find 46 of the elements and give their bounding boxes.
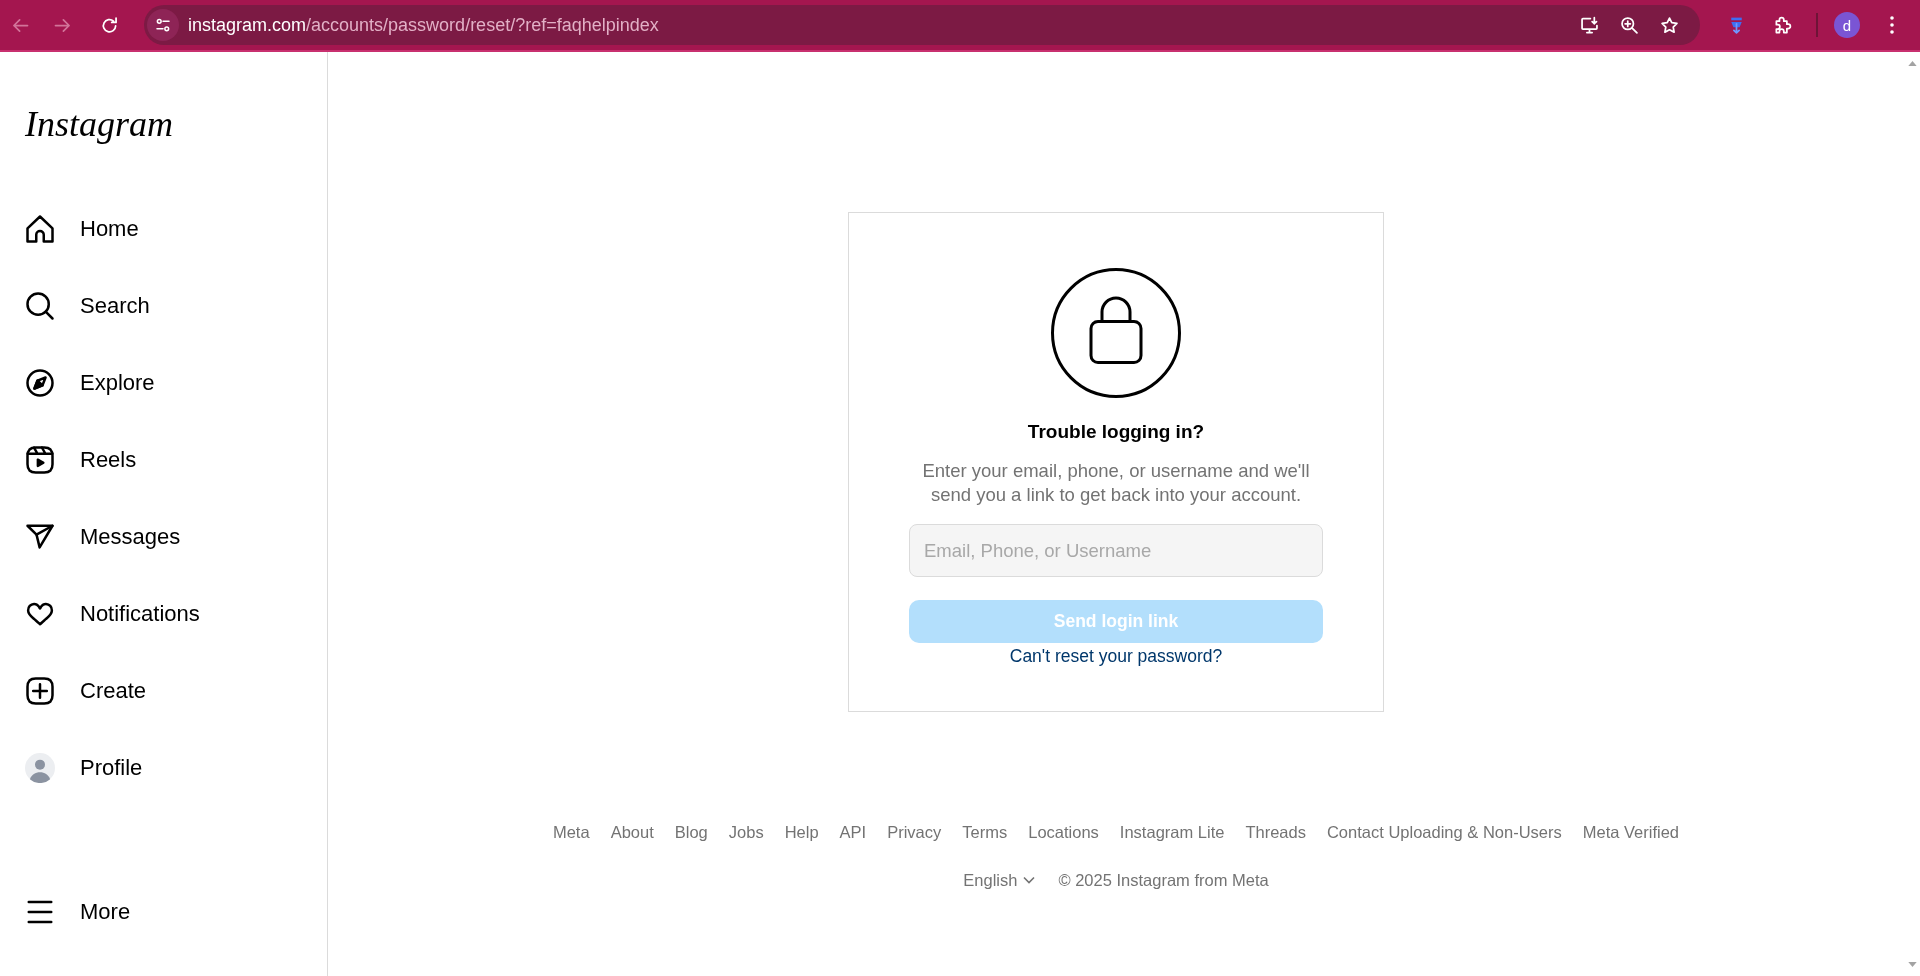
site-settings-button[interactable] <box>147 9 179 41</box>
url-text: instagram.com/accounts/password/reset/?ref=faqhelpindex <box>188 14 659 36</box>
language-select[interactable]: English <box>963 870 1036 890</box>
nav-item[interactable]: Explore <box>12 353 315 413</box>
footer-link[interactable]: API <box>839 822 867 842</box>
footer-link[interactable]: Threads <box>1245 822 1306 842</box>
nav-item[interactable]: Profile <box>12 738 315 798</box>
home-icon <box>25 214 55 244</box>
card-title: Trouble logging in? <box>1027 420 1205 444</box>
caret-icon <box>1023 876 1036 884</box>
star-icon <box>1658 14 1680 36</box>
nav-item[interactable]: Messages <box>12 507 315 567</box>
sliders-icon <box>154 16 172 34</box>
nav-item[interactable]: Home <box>12 199 315 259</box>
paper-plane-icon <box>25 522 55 552</box>
compass-icon <box>25 368 55 398</box>
footer-link[interactable]: Terms <box>962 822 1008 842</box>
footer-link[interactable]: Help <box>784 822 819 842</box>
instagram-logo[interactable]: Instagram <box>25 102 173 146</box>
zoom-in-icon <box>1618 14 1640 36</box>
footer-link[interactable]: Locations <box>1028 822 1099 842</box>
address-bar[interactable]: instagram.com/accounts/password/reset/?ref=faqhelpindex <box>144 5 1700 45</box>
nav-item[interactable]: Notifications <box>12 584 315 644</box>
nav-item[interactable]: Search <box>12 276 315 336</box>
vertical-dots-icon <box>1890 16 1894 34</box>
monitor-download-icon <box>1578 14 1600 36</box>
footer-link[interactable]: Meta <box>552 822 590 842</box>
cant-reset-link[interactable]: Can't reset your password? <box>1009 645 1223 667</box>
card-description: Enter your email, phone, or username and we'll send you a link to get back into your account. <box>921 459 1311 507</box>
more-menu-item[interactable]: More <box>12 882 315 942</box>
nav-item[interactable]: Create <box>12 661 315 721</box>
lock-icon <box>1051 268 1181 398</box>
footer-link[interactable]: Instagram Lite <box>1119 822 1225 842</box>
footer-link[interactable]: About <box>610 822 654 842</box>
nav-item[interactable]: Reels <box>12 430 315 490</box>
copyright-text: © 2025 Instagram from Meta <box>1058 870 1269 890</box>
search-icon <box>25 291 55 321</box>
user-silhouette-icon <box>25 753 55 783</box>
footer-link[interactable]: Contact Uploading & Non-Users <box>1326 822 1562 842</box>
email-input-field[interactable]: Email, Phone, or Username <box>909 524 1323 577</box>
clapperboard-play-icon <box>25 445 55 475</box>
profile-avatar[interactable]: d <box>1834 12 1860 38</box>
footer-link[interactable]: Blog <box>674 822 708 842</box>
footer-link[interactable]: Jobs <box>728 822 764 842</box>
footer-link[interactable]: Privacy <box>887 822 942 842</box>
footer-link[interactable]: Meta Verified <box>1582 822 1680 842</box>
